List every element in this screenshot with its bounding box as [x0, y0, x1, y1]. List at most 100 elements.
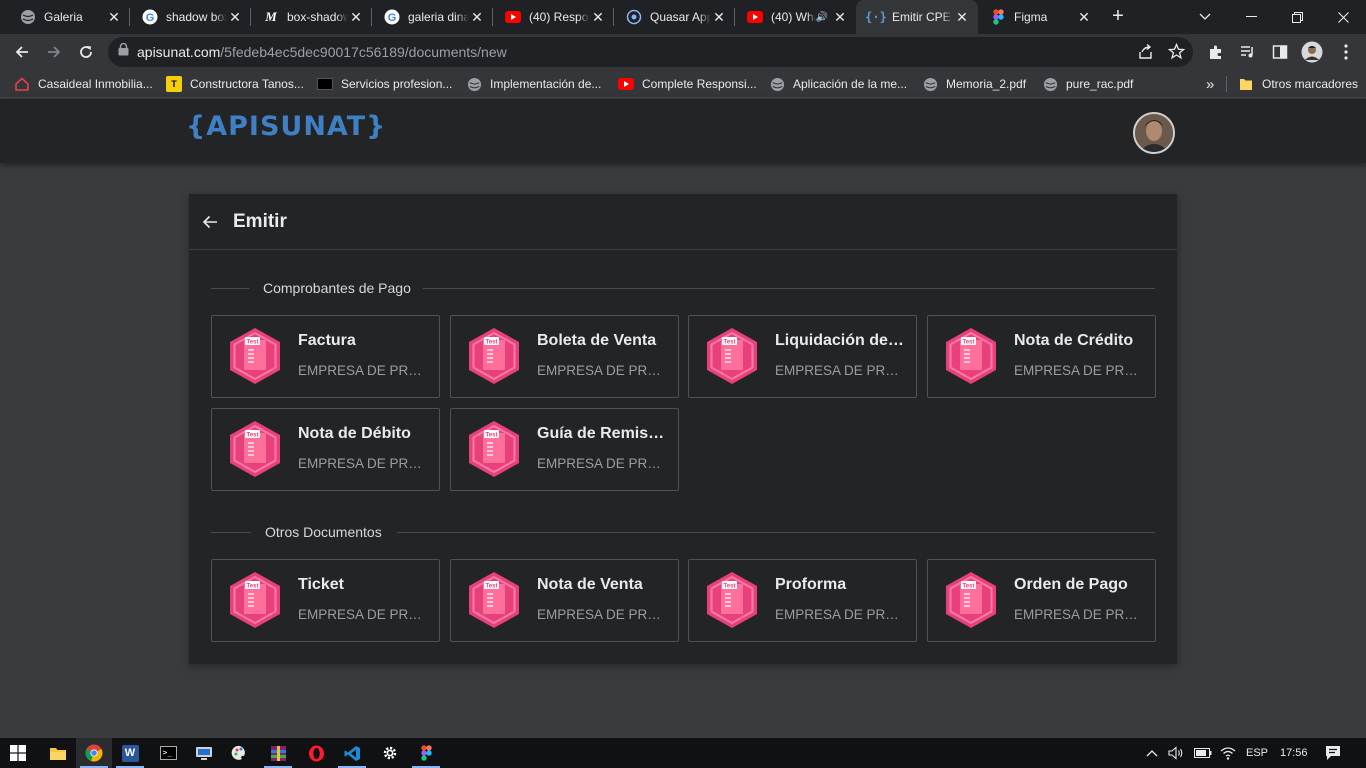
bookmark-label: Memoria_2.pdf: [946, 77, 1027, 91]
emitir-card: Emitir Comprobantes de Pago Test Factura…: [189, 194, 1177, 664]
reload-button[interactable]: [72, 38, 100, 66]
doc-company: EMPRESA DE PRUEBAS: [298, 363, 422, 378]
tab-box-shadow[interactable]: M box-shadow ✕: [251, 0, 372, 34]
bookmarks-overflow-button[interactable]: »: [1206, 70, 1214, 98]
close-icon[interactable]: ✕: [348, 9, 364, 25]
tab-figma[interactable]: Figma ✕: [978, 0, 1100, 34]
document-test-icon: Test: [230, 421, 280, 477]
restore-button[interactable]: [1274, 0, 1320, 34]
doc-card-boleta-de-venta[interactable]: Test Boleta de Venta EMPRESA DE PRUEBAS: [450, 315, 679, 398]
media-control-icon[interactable]: [1236, 40, 1260, 64]
google-icon: G: [142, 9, 158, 25]
close-icon[interactable]: ✕: [711, 9, 727, 25]
speaker-icon[interactable]: 🔊: [816, 12, 828, 23]
new-tab-button[interactable]: +: [1108, 6, 1128, 27]
wifi-icon[interactable]: [1220, 738, 1236, 768]
vscode-icon[interactable]: [334, 738, 370, 768]
close-icon[interactable]: ✕: [469, 9, 485, 25]
doc-card-nota-de-credito[interactable]: Test Nota de Crédito EMPRESA DE PRUEBAS: [927, 315, 1156, 398]
bookmark-constructora[interactable]: T Constructora Tanos...: [166, 70, 304, 98]
close-window-button[interactable]: [1320, 0, 1366, 34]
back-button[interactable]: [8, 38, 36, 66]
tab-search-button[interactable]: [1182, 0, 1228, 34]
doc-card-orden-de-pago[interactable]: Test Orden de Pago EMPRESA DE PRUEBAS: [927, 559, 1156, 642]
figma-icon[interactable]: [408, 738, 444, 768]
doc-card-proforma[interactable]: Test Proforma EMPRESA DE PRUEBAS: [688, 559, 917, 642]
browser-tab-strip: Galeria ✕ G shadow box ✕ M box-shadow ✕ …: [0, 0, 1366, 34]
file-explorer-icon[interactable]: [40, 738, 76, 768]
close-icon[interactable]: ✕: [954, 9, 970, 25]
bookmark-pure-rac[interactable]: pure_rac.pdf: [1042, 70, 1133, 98]
terminal-icon[interactable]: >_: [150, 738, 186, 768]
doc-card-nota-de-venta[interactable]: Test Nota de Venta EMPRESA DE PRUEBAS: [450, 559, 679, 642]
back-arrow-icon[interactable]: [200, 212, 220, 232]
doc-card-guia-de-remision[interactable]: Test Guía de Remisión EMPRESA DE PRUEBAS: [450, 408, 679, 491]
bookmark-star-icon[interactable]: [1167, 42, 1186, 65]
bookmark-otros-marcadores[interactable]: Otros marcadores: [1238, 70, 1358, 98]
volume-icon[interactable]: [1168, 738, 1184, 768]
tab-quasar[interactable]: Quasar App ✕: [614, 0, 735, 34]
tab-emitir-cpe[interactable]: {·} Emitir CPE ✕: [856, 0, 978, 34]
user-avatar[interactable]: [1133, 112, 1175, 154]
youtube-icon: [505, 9, 521, 25]
show-hidden-icons[interactable]: [1146, 738, 1158, 768]
bookmark-memoria[interactable]: Memoria_2.pdf: [922, 70, 1026, 98]
close-icon[interactable]: ✕: [106, 9, 122, 25]
bookmark-implementacion[interactable]: Implementación de...: [466, 70, 601, 98]
doc-name: Nota de Débito: [298, 425, 411, 442]
document-test-icon: Test: [946, 328, 996, 384]
test-badge-label: Test: [486, 584, 498, 590]
doc-card-ticket[interactable]: Test Ticket EMPRESA DE PRUEBAS: [211, 559, 440, 642]
winrar-icon[interactable]: [260, 738, 296, 768]
tab-shadow-box[interactable]: G shadow box ✕: [130, 0, 251, 34]
document-test-icon: Test: [469, 572, 519, 628]
menu-kebab-icon[interactable]: [1334, 40, 1358, 64]
document-test-icon: Test: [230, 572, 280, 628]
minimize-button[interactable]: [1228, 0, 1274, 34]
apisunat-logo[interactable]: {APISUNAT}: [186, 111, 386, 142]
doc-company: EMPRESA DE PRUEBAS: [775, 363, 899, 378]
doc-name: Ticket: [298, 576, 344, 593]
test-badge-label: Test: [724, 340, 736, 346]
close-icon[interactable]: ✕: [832, 9, 848, 25]
notifications-icon[interactable]: [1325, 738, 1341, 768]
address-bar[interactable]: apisunat.com/5fedeb4ec5dec90017c56189/do…: [108, 37, 1193, 67]
tab-youtube-responsive[interactable]: (40) Responsive ✕: [493, 0, 614, 34]
svg-text:G: G: [388, 12, 397, 24]
tab-galeria-dinamica[interactable]: G galeria dinamica ✕: [372, 0, 493, 34]
url-text[interactable]: apisunat.com/5fedeb4ec5dec90017c56189/do…: [137, 44, 507, 60]
tab-youtube-whatsapp[interactable]: (40) WhatsApp 🔊 ✕: [735, 0, 856, 34]
bookmark-casaideal[interactable]: Casaideal Inmobilia...: [14, 70, 153, 98]
tab-label: galeria dinamica: [408, 10, 469, 24]
clock[interactable]: 17:56: [1280, 738, 1308, 768]
tab-label: Galeria: [44, 10, 83, 24]
bookmark-aplicacion[interactable]: Aplicación de la me...: [769, 70, 907, 98]
chrome-icon[interactable]: [76, 738, 112, 768]
forward-button[interactable]: [40, 38, 68, 66]
language-indicator[interactable]: ESP: [1246, 738, 1268, 768]
windows-taskbar: W >_ ESP 17:56: [0, 738, 1366, 768]
extensions-icon[interactable]: [1204, 40, 1228, 64]
bookmark-servicios[interactable]: Servicios profesion...: [317, 70, 452, 98]
profile-avatar-icon[interactable]: [1300, 40, 1324, 64]
doc-card-nota-de-debito[interactable]: Test Nota de Débito EMPRESA DE PRUEBAS: [211, 408, 440, 491]
remote-desktop-icon[interactable]: [186, 738, 222, 768]
settings-icon[interactable]: [372, 738, 408, 768]
share-icon[interactable]: [1137, 43, 1154, 65]
close-icon[interactable]: ✕: [227, 9, 243, 25]
side-panel-icon[interactable]: [1268, 40, 1292, 64]
windows-start-icon[interactable]: [0, 738, 36, 768]
close-icon[interactable]: ✕: [590, 9, 606, 25]
lock-icon[interactable]: [118, 42, 129, 61]
youtube-icon: [618, 76, 634, 92]
word-icon[interactable]: W: [112, 738, 148, 768]
paint-icon[interactable]: [222, 738, 258, 768]
battery-icon[interactable]: [1194, 738, 1212, 768]
doc-card-liquidacion-de-compra[interactable]: Test Liquidación de Compra EMPRESA DE PR…: [688, 315, 917, 398]
bookmark-label: Constructora Tanos...: [190, 77, 304, 91]
doc-card-factura[interactable]: Test Factura EMPRESA DE PRUEBAS: [211, 315, 440, 398]
tab-galeria[interactable]: Galeria ✕: [8, 0, 130, 34]
bookmark-complete-responsive[interactable]: Complete Responsi...: [618, 70, 757, 98]
opera-icon[interactable]: [298, 738, 334, 768]
close-icon[interactable]: ✕: [1076, 9, 1092, 25]
